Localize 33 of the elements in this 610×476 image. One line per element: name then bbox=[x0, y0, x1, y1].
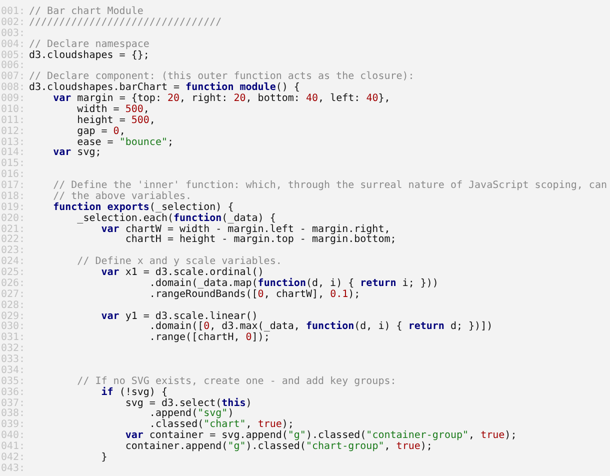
code-line: d3.cloudshapes.barChart = function module() { bbox=[29, 83, 300, 94]
code-line: var y1 = d3.scale.linear() bbox=[101, 312, 258, 322]
code-line: } bbox=[101, 452, 108, 464]
code-line: .append("svg") bbox=[149, 409, 234, 420]
code-line: .classed("chart", true); bbox=[149, 420, 294, 430]
code-line: gap = 0, bbox=[77, 126, 126, 137]
code-comment: // Define x and y scale variables. bbox=[77, 257, 282, 268]
code-line: chartH = height - margin.top - margin.bottom; bbox=[125, 235, 396, 246]
code-line: height = 500, bbox=[77, 116, 156, 126]
code-line: .domain(_data.map(function(d, i) { return i; })) bbox=[149, 278, 438, 289]
code-line: var chartW = width - margin.left - margin.right, bbox=[101, 224, 390, 234]
code-line: _selection.each(function(_data) { bbox=[77, 214, 276, 224]
code-line: .domain([0, d3.max(_data, function(d, i) { return d; })]) bbox=[149, 322, 493, 332]
code-line: var container = svg.append("g").classed("container-group", true); bbox=[125, 431, 517, 442]
code-line: container.append("g").classed("chart-group", true); bbox=[125, 442, 432, 453]
code-comment: // If no SVG exists, create one - and add key groups: bbox=[77, 376, 396, 387]
code-line: .rangeRoundBands([0, chartW], 0.1); bbox=[149, 290, 360, 301]
code-comment: // Define the 'inner' function: which, through the surreal nature of JavaScript scoping, can bbox=[53, 181, 607, 191]
code-line: svg = d3.select(this) bbox=[125, 398, 252, 408]
code-comment: // Declare component: (this outer function acts as the closure): bbox=[29, 72, 414, 82]
code-line: .range([chartH, 0]); bbox=[149, 333, 270, 344]
code-line: ease = "bounce"; bbox=[77, 138, 174, 148]
code-line: var svg; bbox=[53, 148, 102, 160]
code-comment: // Declare namespace bbox=[29, 40, 150, 50]
code-comment: // Bar chart Module bbox=[29, 7, 144, 18]
code-line: function exports(_selection) { bbox=[53, 202, 234, 213]
code-line: var margin = {top: 20, right: 20, bottom: 40, left: 40}, bbox=[53, 94, 390, 104]
code-comment: // the above variables. bbox=[53, 192, 192, 202]
code-line: width = 500, bbox=[77, 104, 150, 115]
code-line: if (!svg) { bbox=[101, 388, 168, 398]
code-comment: //////////////////////////////// bbox=[29, 18, 222, 29]
code-line: var x1 = d3.scale.ordinal() bbox=[101, 268, 264, 278]
code-line: d3.cloudshapes = {}; bbox=[29, 50, 150, 62]
